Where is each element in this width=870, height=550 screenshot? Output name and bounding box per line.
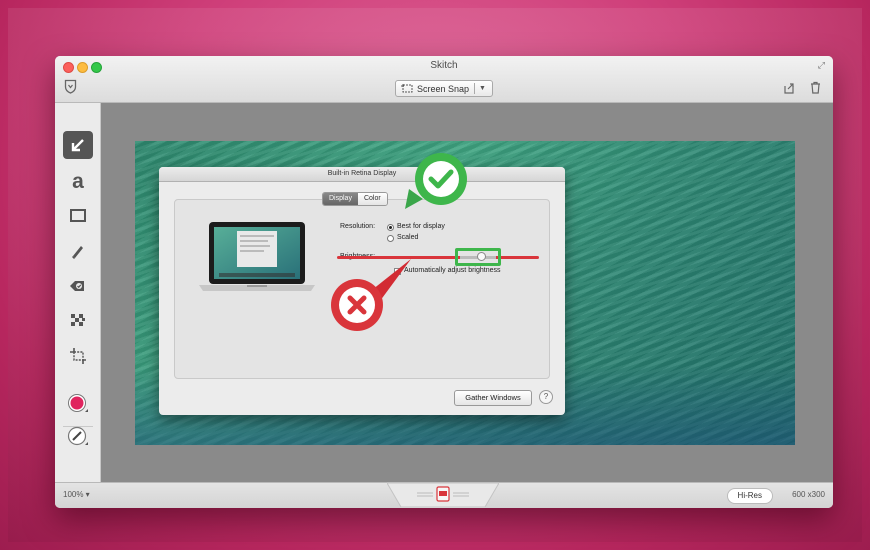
screen-snap-button[interactable]: Screen Snap ▼	[395, 80, 493, 97]
fullscreen-icon[interactable]: ⤢	[818, 60, 825, 71]
status-bar: 100% ▾ Hi-Res 600 x300	[55, 482, 833, 508]
line-width-tool[interactable]	[63, 423, 93, 451]
macbook-image	[199, 222, 315, 291]
shield-icon[interactable]	[64, 79, 77, 94]
crop-icon	[401, 83, 413, 92]
marker-tool[interactable]	[63, 237, 93, 265]
share-icon[interactable]	[783, 82, 795, 94]
best-for-display-label[interactable]: Best for display	[397, 223, 445, 230]
marker-icon	[72, 246, 83, 259]
resolution-label: Resolution:	[340, 223, 376, 230]
crop-tool[interactable]	[63, 342, 93, 370]
scaled-radio[interactable]	[387, 235, 394, 242]
scaled-label[interactable]: Scaled	[397, 234, 418, 241]
screen-snap-label: Screen Snap	[417, 83, 470, 94]
button-separator	[474, 83, 476, 94]
x-stamp-icon[interactable]	[323, 253, 413, 335]
arrow-tool[interactable]	[63, 131, 93, 159]
tab-color[interactable]: Color	[357, 193, 387, 205]
tool-sidebar: a	[55, 103, 101, 483]
pixelate-tool[interactable]	[63, 307, 93, 335]
color-swatch-icon	[68, 394, 88, 412]
tab-display[interactable]: Display	[323, 193, 358, 205]
pixelate-icon	[71, 314, 85, 326]
zoom-menu[interactable]: 100% ▾	[63, 490, 90, 499]
trash-icon[interactable]	[810, 81, 821, 94]
rectangle-tool[interactable]	[63, 202, 93, 230]
chevron-down-icon[interactable]: ▼	[479, 85, 486, 92]
brightness-slider-knob[interactable]	[477, 252, 486, 261]
stamp-icon	[70, 281, 84, 291]
rectangle-icon	[70, 209, 86, 222]
tab-control: Display Color	[322, 192, 388, 206]
text-tool-glyph: a	[72, 169, 84, 193]
skitch-window: Skitch ⤢ Screen Snap ▼ a Built-in Retina…	[55, 56, 833, 508]
image-dimensions: 600 x300	[792, 490, 825, 499]
text-tool[interactable]: a	[63, 167, 93, 195]
wallpaper-image: Built-in Retina Display Display Color Re…	[135, 141, 795, 445]
canvas-area[interactable]: Built-in Retina Display Display Color Re…	[101, 103, 833, 483]
gather-windows-button[interactable]: Gather Windows	[454, 390, 532, 406]
crop-resize-icon	[70, 348, 86, 364]
checkmark-stamp-icon[interactable]	[401, 149, 473, 211]
help-button[interactable]: ?	[539, 390, 553, 404]
titlebar: Skitch ⤢ Screen Snap ▼	[55, 56, 833, 103]
window-title: Skitch	[430, 60, 458, 71]
dialog-title: Built-in Retina Display	[159, 167, 565, 182]
line-width-icon	[67, 426, 88, 446]
arrow-icon	[71, 139, 84, 152]
auto-brightness-label[interactable]: Automatically adjust brightness	[404, 267, 501, 274]
stamp-tool[interactable]	[63, 272, 93, 300]
best-for-display-radio[interactable]	[387, 224, 394, 231]
drawer-tab[interactable]	[387, 475, 499, 507]
hi-res-toggle[interactable]: Hi-Res	[726, 488, 773, 504]
color-well[interactable]	[63, 390, 93, 418]
